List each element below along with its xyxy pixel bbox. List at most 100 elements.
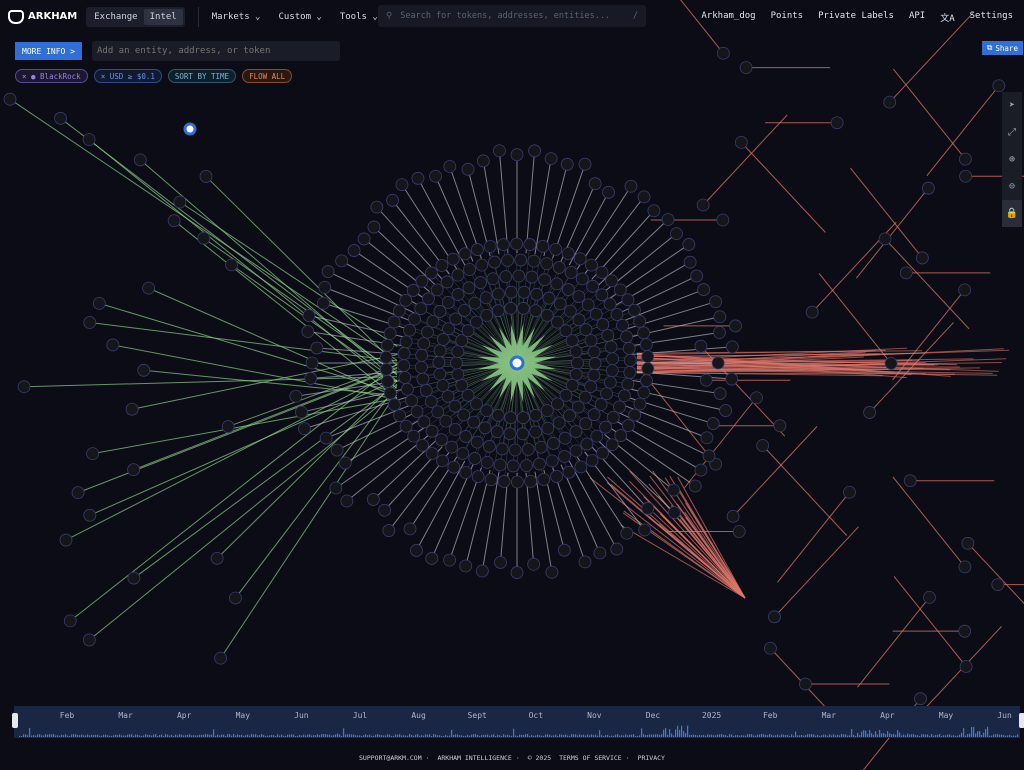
graph-node[interactable] — [581, 298, 595, 312]
graph-node[interactable] — [606, 411, 620, 424]
graph-node[interactable] — [386, 193, 399, 207]
graph-node[interactable] — [484, 473, 498, 487]
graph-node[interactable] — [697, 283, 711, 296]
graph-node[interactable] — [3, 92, 17, 106]
graph-node[interactable] — [475, 564, 489, 578]
graph-node[interactable] — [961, 536, 975, 550]
graph-node[interactable] — [417, 415, 431, 429]
graph-node[interactable] — [410, 544, 423, 557]
graph-node[interactable] — [86, 447, 99, 461]
graph-node[interactable] — [430, 283, 444, 297]
graph-node[interactable] — [419, 384, 433, 397]
graph-node[interactable] — [575, 272, 589, 286]
graph-node[interactable] — [415, 348, 429, 362]
graph-node[interactable] — [525, 270, 539, 284]
graph-node[interactable] — [573, 252, 587, 266]
graph-node[interactable] — [483, 240, 497, 253]
filter-chip-entity[interactable]: × ● BlackRock — [15, 69, 88, 83]
graph-node[interactable] — [719, 404, 733, 417]
graph-node[interactable] — [563, 409, 576, 423]
graph-node[interactable] — [637, 386, 651, 399]
graph-node[interactable] — [436, 454, 449, 468]
graph-node[interactable] — [491, 408, 505, 422]
graph-node[interactable] — [637, 326, 651, 340]
graph-node[interactable] — [383, 327, 397, 340]
graph-node[interactable] — [587, 408, 601, 421]
graph-node[interactable] — [959, 169, 972, 183]
graph-node[interactable] — [540, 257, 554, 271]
graph-node[interactable] — [668, 506, 681, 519]
graph-node[interactable] — [768, 610, 781, 624]
graph-node[interactable] — [584, 334, 598, 347]
graph-node[interactable] — [540, 404, 554, 418]
graph-node[interactable] — [382, 524, 396, 537]
graph-node[interactable] — [54, 111, 67, 125]
graph-node[interactable] — [468, 452, 482, 465]
graph-node[interactable] — [530, 287, 544, 301]
graph-node[interactable] — [397, 359, 411, 372]
graph-node[interactable] — [439, 414, 453, 428]
graph-node[interactable] — [415, 360, 428, 374]
graph-node[interactable] — [82, 633, 96, 647]
graph-node[interactable] — [726, 509, 740, 523]
graph-node[interactable] — [750, 391, 763, 405]
graph-node[interactable] — [496, 238, 510, 252]
graph-node[interactable] — [550, 277, 564, 291]
graph-node[interactable] — [470, 435, 484, 449]
graph-node[interactable] — [447, 460, 461, 474]
graph-node[interactable] — [716, 46, 730, 60]
graph-node[interactable] — [569, 345, 583, 358]
flow-all-toggle[interactable]: FLOW ALL — [242, 69, 293, 83]
graph-node[interactable] — [92, 296, 106, 310]
graph-node[interactable] — [399, 419, 413, 433]
graph-node[interactable] — [773, 419, 787, 433]
graph-node[interactable] — [562, 465, 576, 479]
graph-node[interactable] — [923, 590, 936, 604]
graph-node[interactable] — [688, 479, 702, 493]
graph-node[interactable] — [618, 389, 631, 403]
graph-node[interactable] — [580, 437, 594, 451]
graph-node[interactable] — [399, 335, 413, 349]
graph-node[interactable] — [557, 543, 571, 557]
graph-node[interactable] — [620, 330, 633, 344]
graph-node[interactable] — [711, 356, 725, 370]
graph-node[interactable] — [450, 356, 463, 370]
graph-node[interactable] — [127, 463, 140, 477]
graph-node[interactable] — [599, 420, 613, 434]
graph-node[interactable] — [474, 276, 487, 289]
graph-node[interactable] — [569, 444, 583, 458]
graph-node[interactable] — [478, 421, 492, 435]
graph-node[interactable] — [732, 525, 746, 538]
graph-node[interactable] — [479, 291, 493, 305]
graph-node[interactable] — [425, 266, 438, 280]
tab-exchange[interactable]: Exchange — [88, 9, 143, 25]
graph-node[interactable] — [440, 275, 454, 289]
graph-node[interactable] — [475, 258, 489, 272]
graph-node[interactable] — [799, 677, 812, 691]
graph-node[interactable] — [431, 405, 445, 419]
graph-node[interactable] — [552, 416, 566, 430]
sort-by-time-toggle[interactable]: SORT BY TIME — [167, 69, 237, 83]
graph-node[interactable] — [366, 493, 380, 506]
graph-node[interactable] — [537, 473, 551, 486]
graph-node[interactable] — [729, 319, 742, 333]
timeline-end-handle[interactable] — [1019, 713, 1024, 728]
graph-node[interactable] — [585, 454, 599, 467]
graph-node[interactable] — [436, 379, 450, 392]
graph-node[interactable] — [393, 409, 407, 423]
graph-node[interactable] — [603, 297, 617, 311]
graph-node[interactable] — [593, 546, 607, 560]
graph-node[interactable] — [596, 446, 609, 460]
graph-node[interactable] — [471, 243, 484, 256]
graph-node[interactable] — [621, 293, 635, 307]
graph-node[interactable] — [425, 552, 439, 565]
graph-node[interactable] — [304, 372, 318, 385]
graph-node[interactable] — [595, 266, 609, 279]
graph-node[interactable] — [480, 404, 494, 418]
graph-node[interactable] — [690, 269, 704, 283]
graph-node[interactable] — [403, 323, 416, 337]
tab-intel[interactable]: Intel — [143, 8, 183, 25]
graph-node[interactable] — [405, 394, 418, 408]
graph-node[interactable] — [82, 133, 96, 146]
graph-node[interactable] — [357, 232, 371, 246]
